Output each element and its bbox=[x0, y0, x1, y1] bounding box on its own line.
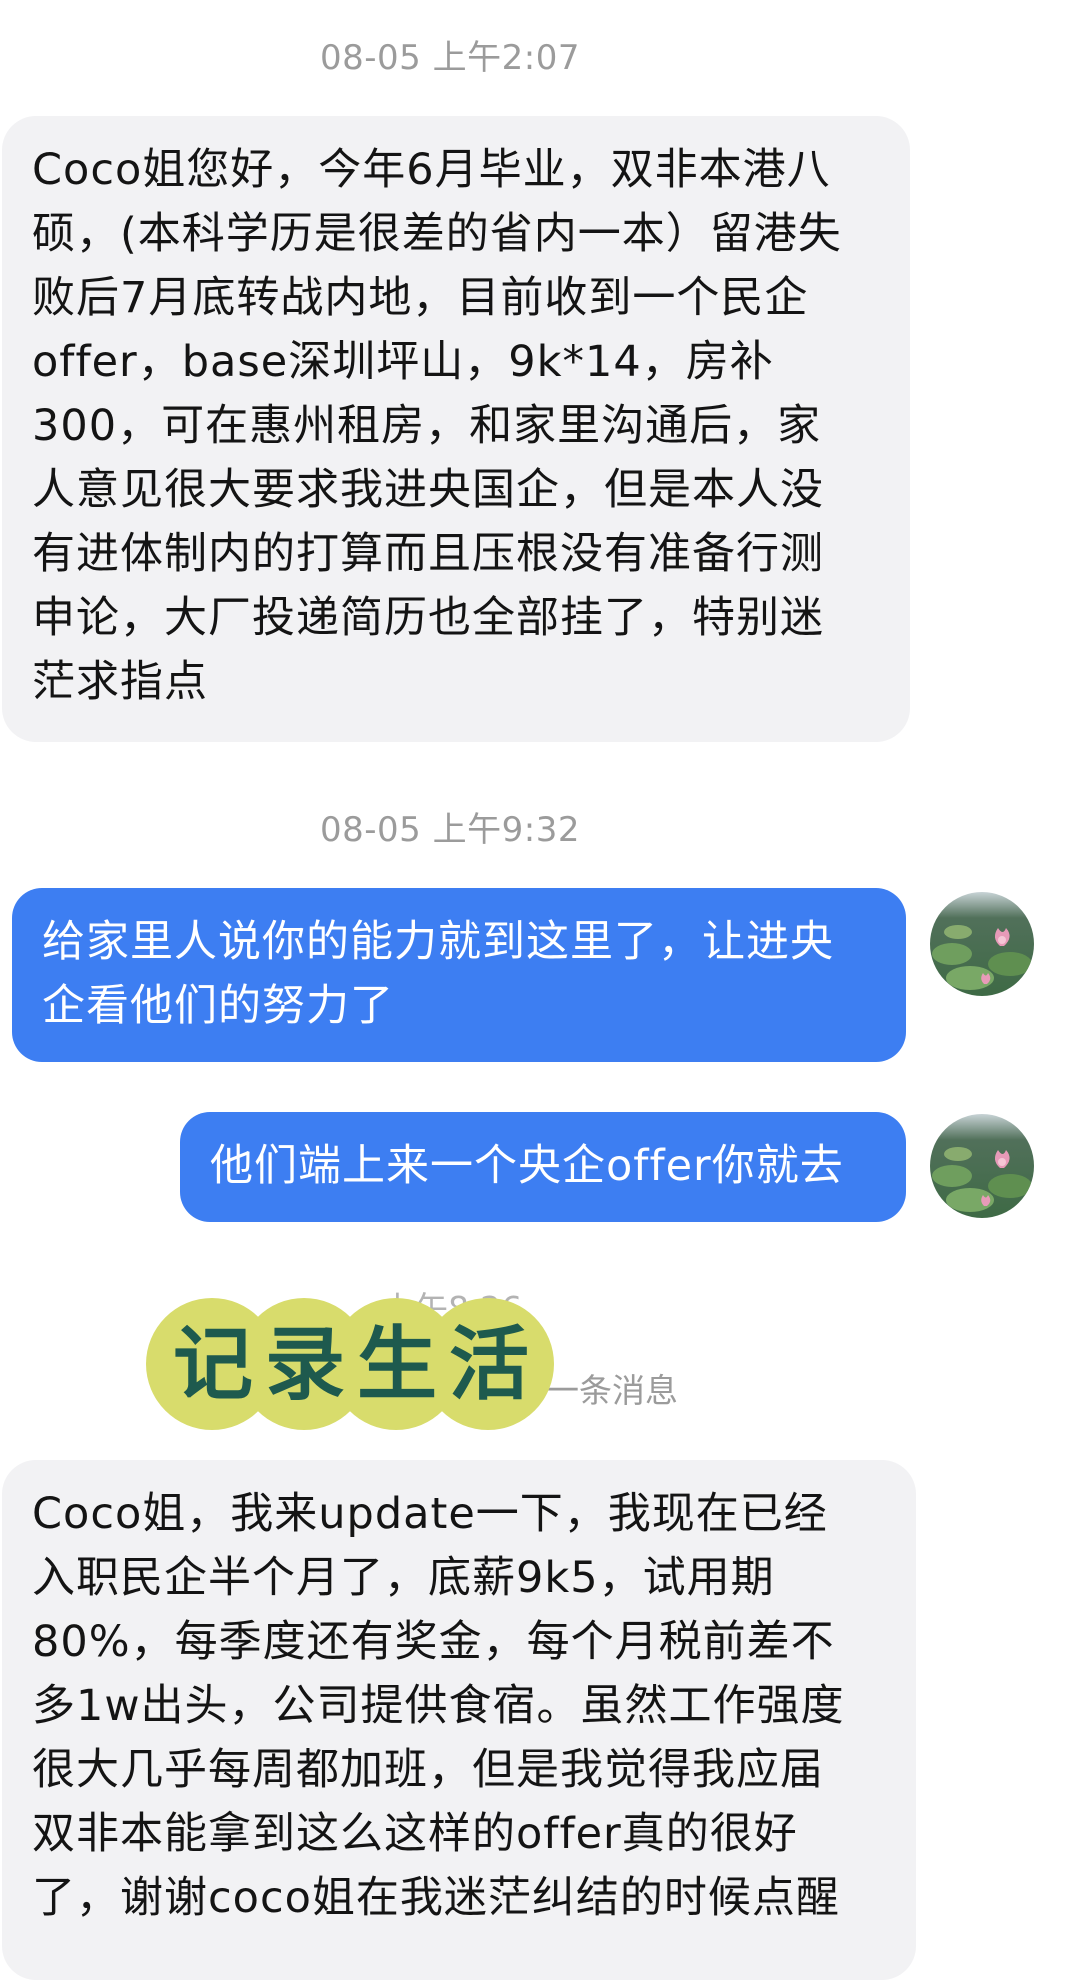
timestamp: 08-05 上午9:32 bbox=[320, 810, 580, 850]
lotus-pond-avatar-icon bbox=[930, 1114, 1034, 1218]
incoming-message-bubble[interactable]: Coco姐您好，今年6月毕业，双非本港八 硕，(本科学历是很差的省内一本）留港失… bbox=[2, 116, 910, 742]
sticker-overlay: 记 录 生 活 bbox=[146, 1298, 556, 1430]
timestamp: 08-05 上午2:07 bbox=[320, 38, 580, 78]
system-notice: 一条消息 bbox=[546, 1371, 678, 1410]
sticker-char: 活 bbox=[449, 1317, 529, 1411]
incoming-message-bubble[interactable]: Coco姐，我来update一下，我现在已经 入职民企半个月了，底薪9k5，试用… bbox=[2, 1460, 916, 1980]
outgoing-message-bubble[interactable]: 他们端上来一个央企offer你就去 bbox=[180, 1112, 906, 1222]
outgoing-message-bubble[interactable]: 给家里人说你的能力就到这里了，让进央 企看他们的努力了 bbox=[12, 888, 906, 1062]
avatar[interactable] bbox=[930, 1114, 1034, 1218]
lotus-pond-avatar-icon bbox=[930, 892, 1034, 996]
avatar[interactable] bbox=[930, 892, 1034, 996]
